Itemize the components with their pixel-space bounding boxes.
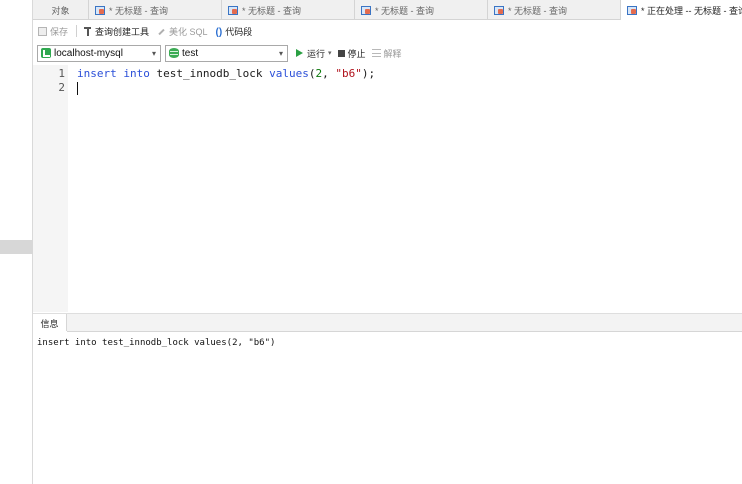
tab-label: * 正在处理 -- 无标题 - 查询 [641, 5, 742, 16]
keyword-into: into [123, 67, 150, 80]
database-value: test [182, 47, 199, 59]
run-button[interactable]: 运行 ▾ [296, 47, 332, 60]
tab-message[interactable]: 信息 [33, 314, 67, 333]
explain-icon [371, 49, 381, 57]
line-number-gutter: 1 2 [33, 65, 68, 312]
navigation-pane-edge [0, 0, 33, 484]
results-tab-bar: 信息 [33, 314, 742, 333]
connection-icon [41, 48, 51, 58]
string-literal: "b6" [335, 67, 362, 80]
beautify-icon [157, 27, 166, 36]
tab-label: 信息 [40, 318, 59, 329]
tab-query-1[interactable]: * 无标题 - 查询 [89, 0, 222, 20]
code-snippet-button[interactable]: () 代码段 [216, 25, 253, 38]
app-window: 对象 * 无标题 - 查询 * 无标题 - 查询 * 无标题 - 查询 * 无标… [0, 0, 742, 484]
run-dropdown-icon[interactable]: ▾ [328, 49, 332, 57]
database-icon [169, 48, 179, 58]
code-snippet-icon: () [215, 26, 223, 38]
connection-select[interactable]: localhost-mysql ▾ [37, 44, 161, 62]
line-number: 1 [58, 67, 65, 80]
stop-button[interactable]: 停止 [337, 47, 366, 60]
database-select[interactable]: test ▾ [165, 44, 288, 62]
query-builder-icon [83, 26, 92, 36]
sql-editor[interactable]: 1 2 insert into test_innodb_lock values(… [33, 65, 742, 312]
tab-query-4[interactable]: * 无标题 - 查询 [488, 0, 621, 20]
explain-button[interactable]: 解释 [371, 47, 402, 60]
tab-query-3[interactable]: * 无标题 - 查询 [355, 0, 488, 20]
beautify-label: 美化 SQL [169, 26, 208, 37]
beautify-sql-button[interactable]: 美化 SQL [157, 25, 208, 38]
query-icon [95, 5, 105, 15]
query-icon [361, 5, 371, 15]
connection-toolbar: localhost-mysql ▾ test ▾ 运行 ▾ 停止 解释 [33, 42, 742, 64]
results-panel: 信息 insert into test_innodb_lock values(2… [33, 313, 742, 484]
tab-label: * 无标题 - 查询 [242, 5, 302, 16]
query-icon [627, 5, 637, 15]
save-label: 保存 [50, 26, 69, 37]
snippet-label: 代码段 [225, 26, 253, 37]
keyword-values: values [269, 67, 309, 80]
connection-value: localhost-mysql [54, 47, 123, 59]
tab-bar: 对象 * 无标题 - 查询 * 无标题 - 查询 * 无标题 - 查询 * 无标… [33, 0, 742, 20]
tab-objects[interactable]: 对象 [33, 0, 89, 20]
tab-label: * 无标题 - 查询 [109, 5, 169, 16]
tab-label: * 无标题 - 查询 [508, 5, 568, 16]
save-icon [38, 26, 47, 36]
explain-label: 解释 [383, 48, 402, 59]
splitter-handle[interactable] [0, 240, 33, 254]
toolbar-divider [76, 25, 78, 37]
stop-label: 停止 [347, 48, 366, 59]
table-name: test_innodb_lock [156, 67, 263, 80]
play-icon [296, 49, 303, 57]
chevron-down-icon: ▾ [278, 48, 283, 58]
comma: , [322, 67, 336, 80]
chevron-down-icon: ▾ [151, 48, 156, 58]
query-icon [228, 5, 238, 15]
keyword-insert: insert [77, 67, 117, 80]
tab-query-active[interactable]: * 正在处理 -- 无标题 - 查询 [621, 0, 742, 20]
query-icon [494, 5, 504, 15]
run-label: 运行 [307, 48, 326, 59]
code-line-1: insert into test_innodb_lock values(2, "… [77, 67, 375, 81]
save-button[interactable]: 保存 [38, 25, 68, 38]
line-number: 2 [58, 81, 65, 94]
query-builder-button[interactable]: 查询创建工具 [83, 25, 149, 38]
tab-query-2[interactable]: * 无标题 - 查询 [222, 0, 355, 20]
tab-label: 对象 [51, 5, 70, 16]
text-cursor [77, 82, 78, 95]
message-text: insert into test_innodb_lock values(2, "… [37, 338, 276, 348]
tab-label: * 无标题 - 查询 [375, 5, 435, 16]
stop-icon [337, 49, 345, 57]
paren-close-semicolon: ); [361, 67, 376, 80]
editor-toolbar: 保存 查询创建工具 美化 SQL () 代码段 [33, 21, 742, 41]
query-builder-label: 查询创建工具 [95, 26, 150, 37]
